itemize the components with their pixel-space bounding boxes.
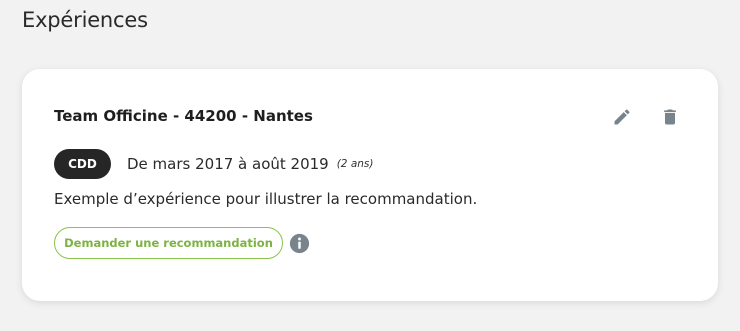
- pencil-icon: [612, 107, 632, 130]
- experience-title: Team Officine - 44200 - Nantes: [54, 107, 313, 125]
- request-recommendation-button[interactable]: Demander une recommandation: [54, 227, 283, 259]
- experience-meta: CDD De mars 2017 à août 2019 (2 ans): [54, 149, 373, 179]
- trash-icon: [660, 107, 680, 130]
- recommendation-row: Demander une recommandation: [54, 227, 310, 259]
- experience-dates: De mars 2017 à août 2019: [127, 155, 329, 173]
- edit-button[interactable]: [609, 105, 635, 131]
- delete-button[interactable]: [657, 105, 683, 131]
- experience-duration: (2 ans): [336, 158, 374, 170]
- contract-type-badge: CDD: [54, 149, 111, 179]
- info-icon[interactable]: [289, 233, 310, 254]
- section-title: Expériences: [22, 8, 148, 32]
- experience-card: Team Officine - 44200 - Nantes CDD De ma…: [22, 69, 718, 301]
- experience-description: Exemple d’expérience pour illustrer la r…: [54, 190, 478, 208]
